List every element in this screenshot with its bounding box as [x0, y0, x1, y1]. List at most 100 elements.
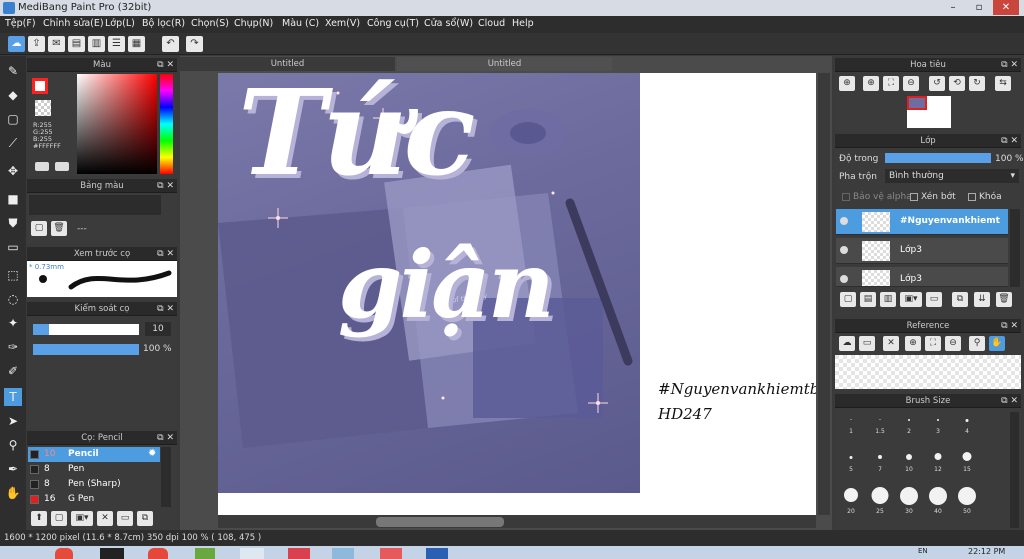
brush-size-cell[interactable]: 20	[837, 486, 865, 516]
new-halftone-layer-icon[interactable]: ▤	[860, 292, 876, 307]
layer-menu-icon[interactable]: ▣▾	[900, 292, 922, 307]
line-tool-icon[interactable]: ⟋	[4, 134, 22, 152]
menu-window[interactable]: Cửa sổ(W)	[424, 18, 473, 29]
layer-list-scrollbar[interactable]	[1010, 209, 1020, 287]
page-icon[interactable]: ▥	[88, 36, 105, 52]
fit-icon[interactable]: ⛶	[925, 336, 941, 351]
grid-icon[interactable]: ▦	[128, 36, 145, 52]
duplicate-icon[interactable]: ⧉	[137, 511, 153, 526]
panel-close-icon[interactable]: ⧉ ✕	[157, 247, 174, 261]
delete-palette-icon[interactable]: 🗑	[51, 221, 67, 236]
app-icon[interactable]	[240, 548, 264, 559]
text-tool-icon[interactable]: T	[4, 388, 22, 406]
zoom-in-icon[interactable]: ⊕	[839, 76, 855, 91]
lock-checkbox[interactable]	[968, 193, 976, 201]
color-add-icon[interactable]	[35, 162, 49, 171]
comment-icon[interactable]: ✉	[48, 36, 65, 52]
menu-color[interactable]: Màu (C)	[282, 18, 319, 29]
document-tab-2[interactable]: Untitled	[397, 57, 612, 71]
brush-menu-icon[interactable]: ▣▾	[71, 511, 93, 526]
magic-wand-tool-icon[interactable]: ✦	[4, 314, 22, 332]
minimize-button[interactable]: –	[940, 0, 966, 15]
maximize-button[interactable]: ▫	[966, 0, 992, 15]
blend-mode-select[interactable]: Bình thường ▾	[885, 169, 1019, 183]
pen-tool-icon[interactable]: ✒	[4, 460, 22, 478]
chrome-icon[interactable]	[148, 548, 168, 559]
horizontal-scrollbar[interactable]	[218, 515, 816, 528]
brush-size-cell[interactable]: 1.5	[866, 412, 894, 435]
brush-list-scrollbar[interactable]	[161, 447, 171, 507]
undo-icon[interactable]: ↶	[162, 36, 179, 52]
menu-tools[interactable]: Công cụ(T)	[367, 18, 419, 29]
new-palette-icon[interactable]: ▢	[31, 221, 47, 236]
menu-filter[interactable]: Bộ lọc(R)	[142, 18, 185, 29]
operation-tool-icon[interactable]: ➤	[4, 412, 22, 430]
eraser-tool-icon[interactable]: ◆	[4, 86, 22, 104]
menu-view[interactable]: Xem(V)	[325, 18, 360, 29]
brush-size-cell[interactable]: 10	[895, 450, 923, 473]
browser-icon[interactable]	[55, 548, 73, 559]
panel-close-icon[interactable]: ⧉ ✕	[1001, 58, 1018, 72]
menu-cloud[interactable]: Cloud	[478, 18, 505, 29]
brush-size-cell[interactable]: 1	[837, 412, 865, 435]
select-pen-tool-icon[interactable]: ✑	[4, 338, 22, 356]
brush-size-slider[interactable]	[33, 324, 139, 335]
eyedropper-icon[interactable]: ⚲	[969, 336, 985, 351]
brush-size-cell[interactable]: 30	[895, 486, 923, 516]
menu-edit[interactable]: Chỉnh sửa(E)	[43, 18, 104, 29]
eye-icon[interactable]	[840, 217, 848, 225]
brush-item-pen[interactable]: 8 Pen	[28, 462, 160, 477]
redo-icon[interactable]: ↷	[186, 36, 203, 52]
panel-close-icon[interactable]: ⧉ ✕	[157, 431, 174, 445]
rectangle-tool-icon[interactable]: ▢	[4, 110, 22, 128]
reference-canvas[interactable]	[835, 355, 1021, 389]
brush-item-pen-sharp[interactable]: 8 Pen (Sharp)	[28, 477, 160, 492]
panel-close-icon[interactable]: ⧉ ✕	[1001, 394, 1018, 408]
new-layer-icon[interactable]: ▢	[840, 292, 856, 307]
app-icon[interactable]	[288, 548, 310, 559]
select-rect-tool-icon[interactable]: ⬚	[4, 266, 22, 284]
brush-size-cell[interactable]: 12	[924, 450, 952, 473]
color-edit-icon[interactable]	[55, 162, 69, 171]
panel-close-icon[interactable]: ⧉ ✕	[157, 179, 174, 193]
brush-item-pencil[interactable]: 10 Pencil ✹	[28, 447, 160, 462]
brush-size-cell[interactable]: 40	[924, 486, 952, 516]
menu-file[interactable]: Tệp(F)	[5, 18, 36, 29]
brush-size-cell[interactable]: 2	[895, 412, 923, 435]
horizontal-scroll-thumb[interactable]	[376, 517, 504, 527]
word-icon[interactable]	[426, 548, 448, 559]
panel-close-icon[interactable]: ⧉ ✕	[157, 302, 174, 316]
layer-item-1[interactable]: #Nguyenvankhiemt	[836, 209, 1008, 235]
fill-rect-tool-icon[interactable]: ■	[4, 190, 22, 208]
zoom-minus-icon[interactable]: ⊖	[903, 76, 919, 91]
delete-layer-icon[interactable]: 🗑	[996, 292, 1012, 307]
duplicate-layer-icon[interactable]: ⧉	[952, 292, 968, 307]
open-folder-icon[interactable]: ▭	[859, 336, 875, 351]
app-icon[interactable]	[332, 548, 354, 559]
move-tool-icon[interactable]: ✥	[4, 162, 22, 180]
reset-view-icon[interactable]: ⟲	[949, 76, 965, 91]
brush-size-cell[interactable]: 25	[866, 486, 894, 516]
vertical-scrollbar[interactable]	[818, 73, 830, 515]
brush-size-cell[interactable]: 3	[924, 412, 952, 435]
app-icon[interactable]	[195, 548, 215, 559]
layer-item-2[interactable]: Lớp3	[836, 238, 1008, 264]
menu-layer[interactable]: Lớp(L)	[105, 18, 135, 29]
menu-capture[interactable]: Chụp(N)	[234, 18, 273, 29]
eye-icon[interactable]	[840, 275, 848, 283]
navigator-thumbnail[interactable]	[907, 96, 951, 128]
select-eraser-tool-icon[interactable]: ✐	[4, 362, 22, 380]
folder-icon[interactable]: ▭	[117, 511, 133, 526]
fit-icon[interactable]: ⛶	[883, 76, 899, 91]
menu-help[interactable]: Help	[512, 18, 534, 29]
brush-size-cell[interactable]: 7	[866, 450, 894, 473]
cloud-icon[interactable]: ☁	[8, 36, 25, 52]
brush-size-cell[interactable]: 15	[953, 450, 981, 473]
brush-size-value[interactable]: 10	[145, 322, 171, 336]
brush-item-g-pen[interactable]: 16 G Pen	[28, 492, 160, 507]
eyedropper-tool-icon[interactable]: ⚲	[4, 436, 22, 454]
hue-slider[interactable]	[160, 74, 173, 174]
delete-brush-icon[interactable]: ✕	[97, 511, 113, 526]
language-indicator[interactable]: EN	[918, 547, 928, 555]
rotate-right-icon[interactable]: ↻	[969, 76, 985, 91]
